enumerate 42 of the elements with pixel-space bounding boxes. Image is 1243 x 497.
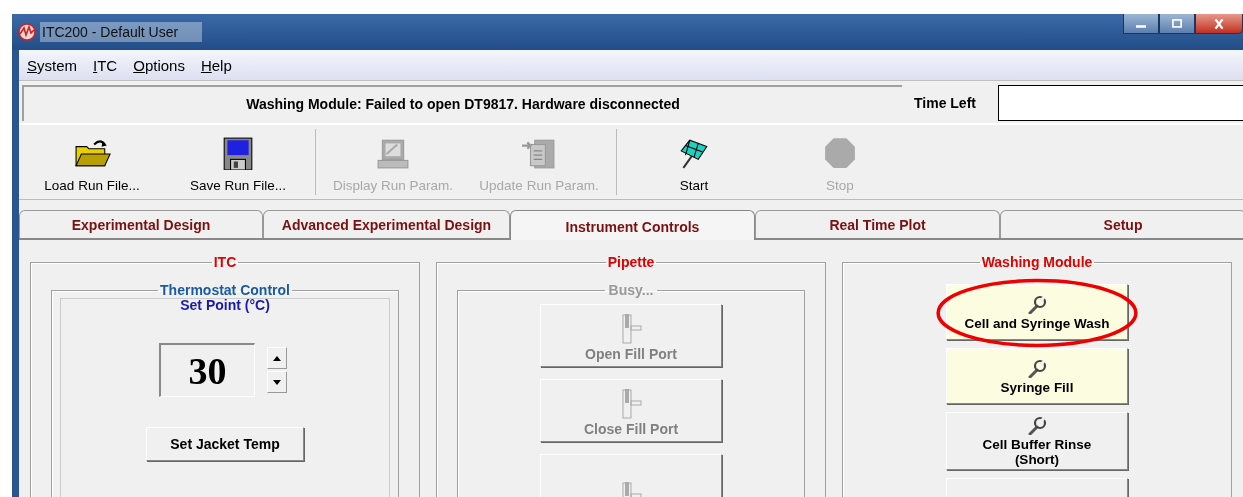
pipette-port-icon <box>619 389 643 419</box>
close-icon <box>1212 17 1226 30</box>
group-title: Pipette <box>606 254 656 270</box>
washing-button[interactable]: Cell and Syringe Wash <box>946 284 1128 340</box>
maximize-icon <box>1170 17 1184 30</box>
down-arrow-icon <box>273 379 281 385</box>
close-button[interactable] <box>1195 14 1243 34</box>
time-left-label: Time Left <box>914 95 977 111</box>
temperature-display: 30 <box>159 343 255 397</box>
group-title: ITC <box>212 254 238 270</box>
menu-item[interactable]: ITC <box>93 56 118 74</box>
set-point-label: Set Point (°C) <box>180 297 270 313</box>
open-button[interactable]: Load Run File... <box>19 136 165 199</box>
wrench-icon <box>1027 415 1047 435</box>
minimize-icon <box>1136 25 1146 28</box>
group-title: Washing Module <box>980 254 1094 270</box>
wrench-icon <box>1027 357 1047 378</box>
window-title: ITC200 - Default User <box>40 22 203 42</box>
menu-item[interactable]: Help <box>200 56 232 74</box>
set-jacket-temp-button[interactable]: Set Jacket Temp <box>146 427 304 461</box>
status-message: Washing Module: Failed to open DT9817. Hardware disconnected <box>22 85 902 121</box>
pipette-port-icon <box>619 314 643 344</box>
washing-button[interactable]: Syringe Fill <box>946 348 1128 404</box>
maximize-button[interactable] <box>1159 14 1195 34</box>
save-button[interactable]: Save Run File... <box>165 136 311 199</box>
menu-item[interactable]: System <box>27 56 78 74</box>
menu-item[interactable]: Options <box>133 56 185 74</box>
spinner-control[interactable] <box>267 347 287 393</box>
start-button[interactable]: Start <box>621 136 767 199</box>
minimize-button[interactable] <box>1123 14 1159 34</box>
up-arrow-icon <box>273 355 281 361</box>
group-title: Busy... <box>607 282 655 298</box>
group-title: Thermostat Control <box>159 282 291 298</box>
time-left-field[interactable] <box>998 85 1243 121</box>
washing-button[interactable]: Cell Buffer Rinse (Short) <box>946 412 1128 470</box>
tab[interactable]: Setup <box>1000 210 1243 238</box>
tab[interactable]: Experimental Design <box>19 210 263 238</box>
tab[interactable]: Real Time Plot <box>755 210 1000 238</box>
app-logo-icon <box>18 23 36 41</box>
wrench-icon <box>1027 293 1047 314</box>
tab[interactable]: Advanced Experimental Design <box>263 210 510 238</box>
tab[interactable]: Instrument Controls <box>510 210 755 240</box>
